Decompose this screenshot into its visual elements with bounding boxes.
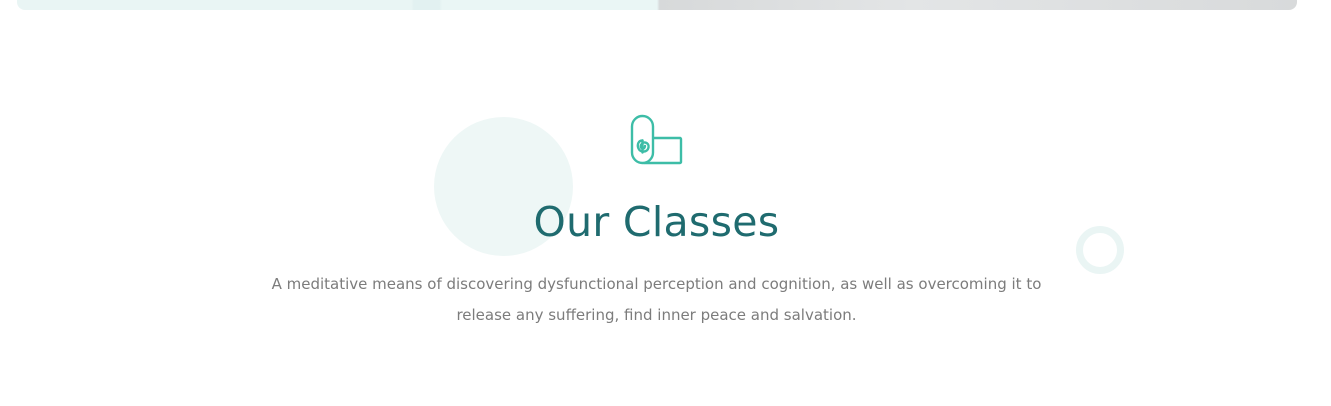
yoga-mat-icon (630, 114, 683, 165)
classes-section: Our Classes A meditative means of discov… (0, 0, 1331, 406)
hero-bottom-edge (17, 0, 1297, 10)
section-description: A meditative means of discovering dysfun… (271, 275, 1042, 324)
section-title: Our Classes (533, 198, 780, 246)
